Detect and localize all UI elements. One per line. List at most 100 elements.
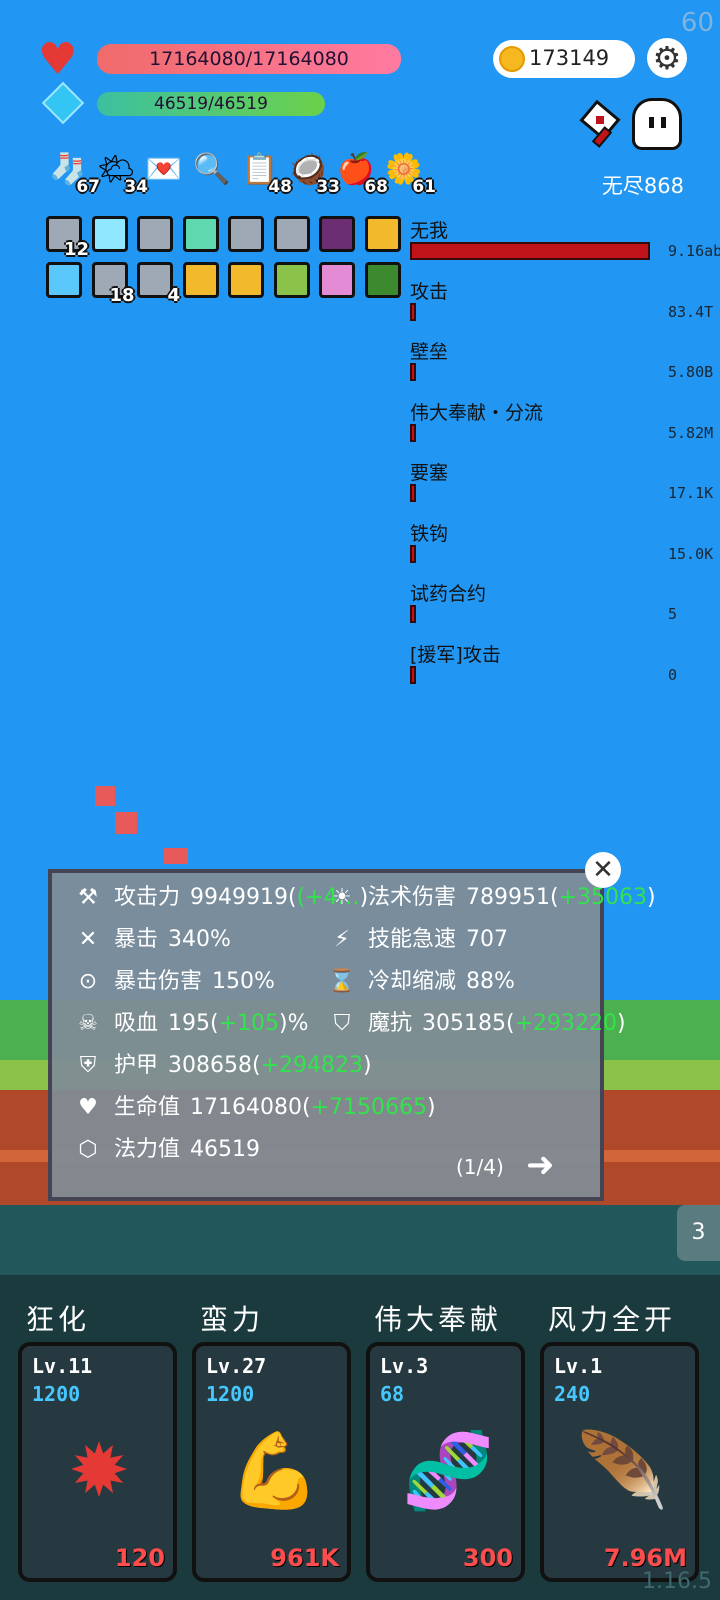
stat-label: 攻击力 bbox=[114, 885, 181, 910]
skill-name: 狂化 bbox=[26, 1303, 91, 1336]
stat-label: 暴击 bbox=[114, 927, 159, 952]
stat-label: 吸血 bbox=[114, 1011, 159, 1036]
equipment-face-icon[interactable] bbox=[182, 262, 219, 298]
stat-mana-gem: ⬡ 法力值 46519 bbox=[70, 1131, 260, 1169]
damage-value: 9.16ab bbox=[668, 242, 720, 260]
damage-source-name: 要塞 bbox=[410, 462, 449, 484]
skill-card[interactable]: Lv.11 1200 ✹ 120 bbox=[18, 1342, 177, 1582]
damage-value: 17.1K bbox=[668, 484, 714, 502]
stat-value: 340% bbox=[168, 927, 231, 952]
skill-level: Lv.3 bbox=[380, 1354, 429, 1378]
skill-cost: 1200 bbox=[206, 1382, 255, 1406]
axe-icon: ⚒ bbox=[78, 885, 98, 910]
sun-icon[interactable]: 🌤 34 bbox=[96, 150, 148, 196]
next-page-arrow-icon[interactable]: ➜ bbox=[526, 1145, 555, 1185]
equipment-count: 12 bbox=[63, 239, 89, 260]
flower-icon[interactable]: 🌼 61 bbox=[384, 150, 436, 196]
coconut-icon[interactable]: 🥥 33 bbox=[288, 150, 340, 196]
stats-panel: (1/4) ➜ ⚒ 攻击力 9949919((+4…) ✕ 暴击 340% ⊙ 暴击伤害 150… bbox=[48, 869, 656, 1201]
stat-bonus: +293220 bbox=[514, 1011, 618, 1036]
stat-label: 冷却缩减 bbox=[368, 969, 457, 994]
equipment-cube-icon[interactable] bbox=[364, 216, 401, 252]
stats-page-indicator: (1/4) bbox=[456, 1155, 504, 1179]
equipment-sword-icon[interactable]: 4 bbox=[137, 262, 180, 305]
letter-icon[interactable]: 💌 bbox=[144, 150, 184, 190]
damage-bar bbox=[410, 302, 416, 321]
magic-shield-icon: ⛉ bbox=[333, 1011, 351, 1036]
stat-bonus: +7150665 bbox=[310, 1095, 428, 1120]
equipment-count: 4 bbox=[167, 285, 180, 306]
skill-card[interactable]: Lv.3 68 🧬 300 bbox=[366, 1342, 525, 1582]
stat-crit: ✕ 暴击 340% bbox=[70, 921, 231, 959]
equipment-splash-icon[interactable] bbox=[46, 262, 82, 298]
settings-gear-icon[interactable]: ⚙ bbox=[647, 38, 687, 78]
stat-crit-damage: ⊙ 暴击伤害 150% bbox=[70, 963, 275, 1001]
stat-value: 305185 bbox=[422, 1011, 506, 1036]
damage-source-name: 壁垒 bbox=[410, 341, 449, 363]
damage-bar bbox=[410, 363, 416, 381]
endless-mode-label: 无尽868 bbox=[601, 174, 684, 198]
crit-icon: ✕ bbox=[78, 927, 98, 952]
clipboard-icon[interactable]: 📋 48 bbox=[240, 150, 292, 196]
blood-splat-icon: ✹ bbox=[67, 1428, 130, 1514]
skill-damage: 7.96M bbox=[603, 1544, 687, 1572]
stat-value: 707 bbox=[466, 927, 509, 952]
damage-bar bbox=[410, 544, 416, 563]
version-label: 1.16.5 bbox=[642, 1569, 712, 1594]
skill-name: 风力全开 bbox=[548, 1303, 677, 1336]
lightning-icon: ⚡ bbox=[334, 927, 350, 952]
stat-value: 17164080 bbox=[190, 1095, 302, 1120]
skill-cost: 240 bbox=[554, 1382, 591, 1406]
stat-lightning: ⚡ 技能急速 707 bbox=[324, 921, 508, 959]
stat-hourglass: ⌛ 冷却缩减 88% bbox=[324, 963, 515, 1001]
apple-icon[interactable]: 🍎 68 bbox=[336, 150, 388, 196]
stat-label: 护甲 bbox=[114, 1053, 159, 1078]
stat-value: 9949919 bbox=[190, 885, 288, 910]
skill-damage: 120 bbox=[114, 1544, 165, 1572]
equipment-sword-icon[interactable] bbox=[137, 216, 173, 252]
stat-bonus: +35063 bbox=[558, 885, 648, 910]
crit-damage-icon: ⊙ bbox=[78, 969, 98, 994]
side-tab-button[interactable]: 3 bbox=[677, 1205, 720, 1261]
damage-bar bbox=[410, 242, 650, 260]
heart-icon: ♥ bbox=[38, 34, 78, 85]
equipment-sword-icon[interactable] bbox=[228, 216, 264, 252]
skill-card[interactable]: Lv.1 240 🪶 7.96M bbox=[540, 1342, 699, 1582]
magnifier-icon[interactable]: 🔍 bbox=[192, 150, 232, 190]
coin-amount: 173149 bbox=[529, 46, 610, 70]
stat-unit: % bbox=[287, 1011, 309, 1036]
damage-value: 5 bbox=[668, 605, 678, 623]
close-stats-button[interactable]: ✕ bbox=[585, 852, 621, 888]
equipment-skull-icon[interactable] bbox=[182, 216, 219, 252]
coin-icon bbox=[499, 46, 525, 72]
equipment-demon-icon[interactable] bbox=[319, 216, 355, 252]
damage-row: 无我 9.16ab bbox=[410, 216, 720, 276]
equipment-bulb-icon[interactable] bbox=[91, 216, 128, 252]
damage-value: 5.82M bbox=[668, 423, 714, 442]
stat-value: 150% bbox=[212, 969, 275, 994]
damage-row: 要塞 17.1K bbox=[410, 458, 720, 518]
stat-horned-skull: ☠ 吸血 195(+105)% bbox=[70, 1005, 309, 1043]
equipment-sword-icon[interactable]: 12 bbox=[46, 216, 89, 259]
damage-bar bbox=[410, 423, 416, 442]
stat-value: 46519 bbox=[190, 1137, 261, 1162]
damage-row: 铁钩 15.0K bbox=[410, 519, 720, 579]
damage-value: 5.80B bbox=[668, 363, 714, 381]
skill-card[interactable]: Lv.27 1200 💪 961K bbox=[192, 1342, 351, 1582]
coin-counter: 173149 bbox=[493, 40, 635, 78]
equipment-totem-icon[interactable] bbox=[319, 262, 355, 298]
skill-level: Lv.11 bbox=[32, 1354, 93, 1378]
ghost-icon[interactable] bbox=[632, 98, 682, 150]
damage-bar bbox=[410, 484, 416, 502]
muscle-arm-icon: 💪 bbox=[228, 1428, 321, 1514]
sock-icon[interactable]: 🧦 67 bbox=[48, 150, 100, 196]
equipment-sword-icon[interactable] bbox=[273, 216, 310, 252]
equipment-hammer-icon[interactable] bbox=[273, 262, 310, 298]
cleaver-icon[interactable] bbox=[572, 98, 628, 154]
stat-label: 法力值 bbox=[114, 1137, 181, 1162]
equipment-rune-icon[interactable] bbox=[364, 262, 401, 298]
equipment-cube-icon[interactable] bbox=[228, 262, 264, 298]
stat-label: 魔抗 bbox=[368, 1011, 413, 1036]
damage-row: [援军]攻击 0 bbox=[410, 640, 720, 700]
equipment-sword-icon[interactable]: 18 bbox=[91, 262, 135, 305]
